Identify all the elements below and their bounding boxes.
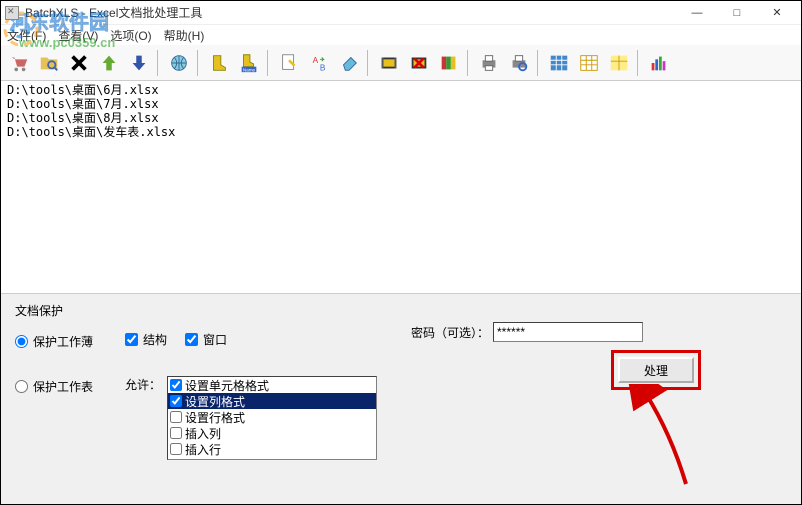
allow-option-selected[interactable]: 设置列格式 — [168, 393, 376, 409]
tool-table-blue-icon[interactable] — [545, 49, 573, 77]
radio-protect-workbook-input[interactable] — [15, 335, 28, 348]
menu-view[interactable]: 查看(V) — [58, 27, 98, 44]
tool-globe-icon[interactable] — [165, 49, 193, 77]
radio-protect-workbook-label: 保护工作薄 — [33, 333, 93, 350]
check-structure[interactable]: 结构 — [125, 331, 167, 348]
minimize-button[interactable]: — — [677, 2, 717, 24]
titlebar: BatchXLS - Excel文档批处理工具 — □ ✕ — [1, 1, 801, 25]
close-button[interactable]: ✕ — [757, 2, 797, 24]
toolbar: Name AB — [1, 45, 801, 81]
check-structure-label: 结构 — [143, 331, 167, 348]
check-structure-input[interactable] — [125, 333, 138, 346]
tool-boot-yellow-icon[interactable] — [205, 49, 233, 77]
tool-books-icon[interactable] — [435, 49, 463, 77]
window-title: BatchXLS - Excel文档批处理工具 — [25, 4, 677, 21]
process-button[interactable]: 处理 — [618, 357, 694, 383]
tool-delete-x-icon[interactable] — [65, 49, 93, 77]
allow-option[interactable]: 插入列 — [168, 425, 376, 441]
annotation-arrow — [551, 384, 701, 494]
radio-protect-workbook[interactable]: 保护工作薄 — [15, 333, 125, 350]
check-window-input[interactable] — [185, 333, 198, 346]
tool-cart-icon[interactable] — [5, 49, 33, 77]
radio-protect-sheet[interactable]: 保护工作表 — [15, 378, 125, 395]
allow-option[interactable]: 插入行 — [168, 441, 376, 457]
tool-print-icon[interactable] — [475, 49, 503, 77]
menu-option[interactable]: 选项(O) — [110, 27, 151, 44]
file-list[interactable]: D:\tools\桌面\6月.xlsx D:\tools\桌面\7月.xlsx … — [1, 81, 801, 293]
tool-film-delete-icon[interactable] — [405, 49, 433, 77]
allow-option[interactable]: 设置单元格格式 — [168, 377, 376, 393]
tool-ab-replace-icon[interactable]: AB — [305, 49, 333, 77]
password-input[interactable] — [493, 322, 643, 342]
allow-label: 允许： — [125, 376, 161, 393]
panel-title: 文档保护 — [15, 302, 787, 319]
menubar: 文件(F) 查看(V) 选项(O) 帮助(H) — [1, 25, 801, 45]
tool-table-yellow-icon[interactable] — [605, 49, 633, 77]
check-window-label: 窗口 — [203, 331, 227, 348]
menu-file[interactable]: 文件(F) — [7, 27, 46, 44]
tool-up-icon[interactable] — [95, 49, 123, 77]
svg-text:Name: Name — [243, 67, 256, 72]
radio-protect-sheet-input[interactable] — [15, 380, 28, 393]
tool-table-grid-icon[interactable] — [575, 49, 603, 77]
app-icon — [5, 6, 19, 20]
file-item[interactable]: D:\tools\桌面\发车表.xlsx — [7, 125, 795, 139]
allow-listbox[interactable]: 设置单元格格式 设置列格式 设置行格式 插入列 插入行 — [167, 376, 377, 460]
maximize-button[interactable]: □ — [717, 2, 757, 24]
menu-help[interactable]: 帮助(H) — [164, 27, 205, 44]
radio-protect-sheet-label: 保护工作表 — [33, 378, 93, 395]
tool-chart-icon[interactable] — [645, 49, 673, 77]
tool-film-icon[interactable] — [375, 49, 403, 77]
protect-panel: 文档保护 保护工作薄 保护工作表 结构 窗口 — [1, 294, 801, 504]
tool-eraser-icon[interactable] — [335, 49, 363, 77]
check-window[interactable]: 窗口 — [185, 331, 227, 348]
tool-folder-search-icon[interactable] — [35, 49, 63, 77]
tool-doc-attach-icon[interactable] — [275, 49, 303, 77]
password-label: 密码（可选）： — [411, 324, 489, 341]
file-item[interactable]: D:\tools\桌面\8月.xlsx — [7, 111, 795, 125]
tool-boot-name-icon[interactable]: Name — [235, 49, 263, 77]
allow-option[interactable]: 设置行格式 — [168, 409, 376, 425]
tool-print-magnify-icon[interactable] — [505, 49, 533, 77]
tool-down-icon[interactable] — [125, 49, 153, 77]
svg-text:B: B — [320, 63, 326, 72]
svg-text:A: A — [313, 56, 319, 65]
file-item[interactable]: D:\tools\桌面\6月.xlsx — [7, 83, 795, 97]
file-item[interactable]: D:\tools\桌面\7月.xlsx — [7, 97, 795, 111]
